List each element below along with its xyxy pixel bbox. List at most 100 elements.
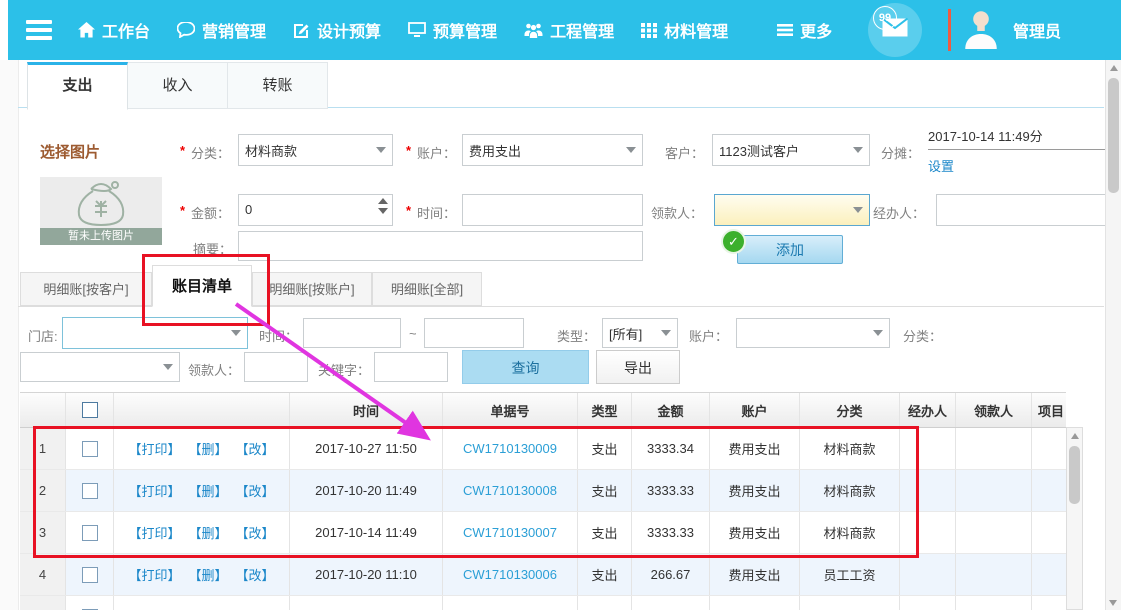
tab-income[interactable]: 收入: [127, 62, 228, 109]
time-label: 时间：: [417, 203, 456, 222]
secondary-filter-select[interactable]: [20, 352, 180, 382]
edit-link[interactable]: 【改】: [236, 523, 275, 542]
category-select[interactable]: 材料商款: [238, 134, 393, 166]
image-placeholder[interactable]: 暂未上传图片: [40, 177, 162, 245]
cell-agent: [900, 554, 956, 595]
scroll-up-icon[interactable]: [1071, 433, 1079, 439]
doc-no-link[interactable]: CW1710130005: [443, 596, 578, 610]
messages-button[interactable]: 99: [868, 3, 922, 57]
users-icon: [524, 22, 543, 38]
agent-field[interactable]: [936, 194, 1121, 226]
time-field[interactable]: [462, 194, 643, 226]
nav-item-design-budget[interactable]: 设计预算: [293, 18, 381, 42]
doc-no-link[interactable]: CW1710130007: [443, 512, 578, 553]
doc-no-link[interactable]: CW1710130009: [443, 428, 578, 469]
print-link[interactable]: 【打印】: [128, 565, 180, 584]
account-select[interactable]: 费用支出: [462, 134, 643, 166]
pick-image-link[interactable]: 选择图片: [40, 141, 100, 162]
user-name[interactable]: 管理员: [1013, 18, 1061, 42]
nav-item-materials[interactable]: 材料管理: [641, 18, 728, 42]
select-all-checkbox[interactable]: [82, 402, 98, 418]
amount-stepper[interactable]: 0: [238, 194, 393, 226]
row-number: 5: [20, 596, 66, 610]
table-row: 2 【打印】 【删】 【改】 2017-10-20 11:49 CW171013…: [20, 470, 1066, 512]
page-scrollbar-thumb[interactable]: [1108, 78, 1119, 193]
table-row: 5 【打印】 【删】 【改】 2017-10-21 11:10 CW171013…: [20, 596, 1066, 610]
row-checkbox-cell: [66, 428, 114, 469]
nav-item-budget[interactable]: 预算管理: [408, 18, 497, 42]
tab-expense[interactable]: 支出: [27, 62, 128, 110]
subtab-detail-by-customer[interactable]: 明细账[按客户]: [20, 272, 152, 306]
table-scrollbar[interactable]: [1066, 427, 1083, 610]
row-actions: 【打印】 【删】 【改】: [114, 596, 290, 610]
table-scrollbar-thumb[interactable]: [1069, 446, 1080, 504]
delete-link[interactable]: 【删】: [188, 481, 227, 500]
nav-item-more[interactable]: 更多: [777, 18, 832, 42]
account-filter-select[interactable]: [736, 318, 890, 348]
header-agent: 经办人: [900, 393, 956, 427]
summary-field[interactable]: [238, 231, 643, 261]
export-button[interactable]: 导出: [596, 350, 680, 384]
print-link[interactable]: 【打印】: [128, 523, 180, 542]
time-from-field[interactable]: [303, 318, 401, 348]
edit-link[interactable]: 【改】: [236, 565, 275, 584]
doc-no-link[interactable]: CW1710130006: [443, 554, 578, 595]
type-label: 类型：: [557, 326, 596, 345]
payee-select[interactable]: [714, 194, 870, 226]
cell-type: 支出: [578, 554, 632, 595]
filter-category-label: 分类：: [903, 326, 942, 345]
nav-item-marketing[interactable]: 营销管理: [177, 18, 266, 42]
type-filter-select[interactable]: [所有]: [602, 318, 678, 348]
chevron-down-icon: [853, 207, 863, 213]
doc-no-link[interactable]: CW1710130008: [443, 470, 578, 511]
account-value: 费用支出: [469, 141, 521, 160]
time-tilde: ~: [409, 326, 417, 341]
delete-link[interactable]: 【删】: [188, 565, 227, 584]
share-settings-link[interactable]: 设置: [928, 156, 954, 175]
cell-type: 支出: [578, 428, 632, 469]
cell-amount: 266.67: [632, 554, 710, 595]
print-link[interactable]: 【打印】: [128, 481, 180, 500]
cell-amount: 3333.33: [632, 470, 710, 511]
nav-right-area: 99 管理员: [868, 3, 1061, 57]
row-checkbox[interactable]: [82, 567, 98, 583]
subtab-detail-all[interactable]: 明细账[全部]: [372, 272, 482, 306]
keyword-label: 关键字：: [318, 360, 370, 379]
filter-time-label: 时间：: [259, 326, 298, 345]
spinner-arrows-icon[interactable]: [378, 198, 388, 214]
row-checkbox-cell: [66, 596, 114, 610]
payee-filter-field[interactable]: [244, 352, 308, 382]
tab-transfer[interactable]: 转账: [227, 62, 328, 109]
filter-account-label: 账户：: [689, 326, 728, 345]
hamburger-menu-icon[interactable]: [26, 16, 52, 44]
row-checkbox[interactable]: [82, 525, 98, 541]
nav-item-engineering[interactable]: 工程管理: [524, 18, 614, 42]
add-button[interactable]: 添加: [737, 235, 843, 264]
check-circle-icon: ✓: [721, 229, 746, 254]
row-checkbox[interactable]: [82, 441, 98, 457]
store-filter-select[interactable]: [62, 317, 248, 349]
cell-time: 2017-10-20 11:49: [290, 470, 443, 511]
search-button[interactable]: 查询: [462, 350, 589, 384]
edit-link[interactable]: 【改】: [236, 481, 275, 500]
cell-time: 2017-10-20 11:10: [290, 554, 443, 595]
scroll-up-icon[interactable]: [1110, 65, 1118, 71]
cell-account: 费用支出: [710, 428, 800, 469]
table-row: 1 【打印】 【删】 【改】 2017-10-27 11:50 CW171013…: [20, 428, 1066, 470]
subtab-account-list[interactable]: 账目清单: [152, 265, 252, 307]
delete-link[interactable]: 【删】: [188, 523, 227, 542]
page-scrollbar[interactable]: [1105, 60, 1121, 610]
cell-time: 2017-10-14 11:49: [290, 512, 443, 553]
keyword-field[interactable]: [374, 352, 448, 382]
user-avatar[interactable]: [963, 7, 999, 54]
delete-link[interactable]: 【删】: [188, 439, 227, 458]
subtab-detail-by-account[interactable]: 明细账[按账户]: [252, 272, 372, 306]
time-to-field[interactable]: [424, 318, 524, 348]
left-edge-strip: [0, 0, 8, 56]
row-checkbox[interactable]: [82, 483, 98, 499]
nav-item-workbench[interactable]: 工作台: [78, 18, 150, 42]
scroll-down-icon[interactable]: [1109, 600, 1117, 606]
print-link[interactable]: 【打印】: [128, 439, 180, 458]
customer-select[interactable]: 1123测试客户: [712, 134, 870, 166]
edit-link[interactable]: 【改】: [236, 439, 275, 458]
